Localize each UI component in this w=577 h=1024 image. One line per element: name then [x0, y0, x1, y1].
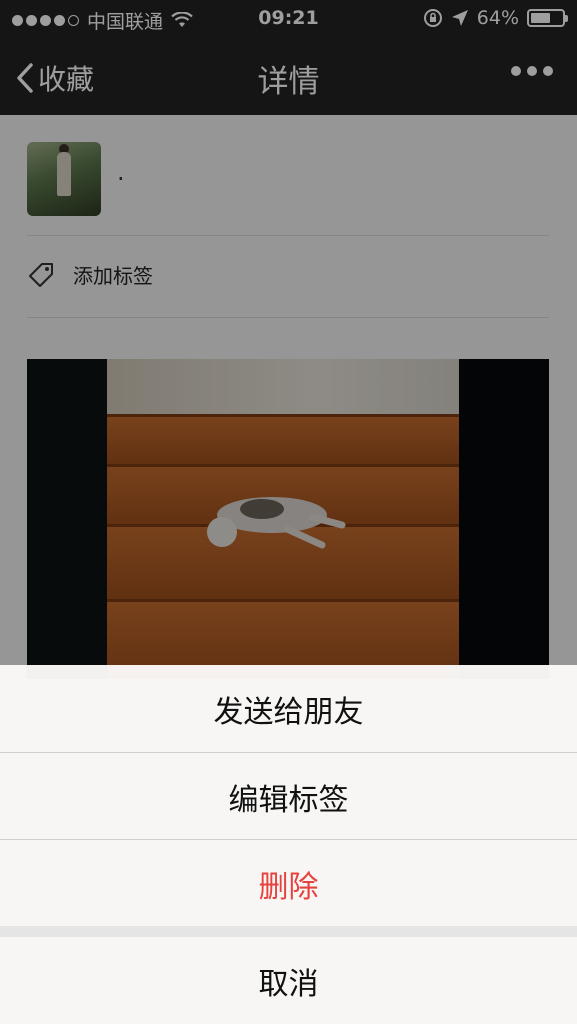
sheet-gap — [0, 926, 577, 937]
send-to-friend-button[interactable]: 发送给朋友 — [0, 665, 577, 752]
delete-button[interactable]: 删除 — [0, 840, 577, 927]
action-sheet: 发送给朋友 编辑标签 删除 取消 — [0, 665, 577, 1024]
edit-tags-button[interactable]: 编辑标签 — [0, 753, 577, 840]
cancel-button[interactable]: 取消 — [0, 937, 577, 1024]
